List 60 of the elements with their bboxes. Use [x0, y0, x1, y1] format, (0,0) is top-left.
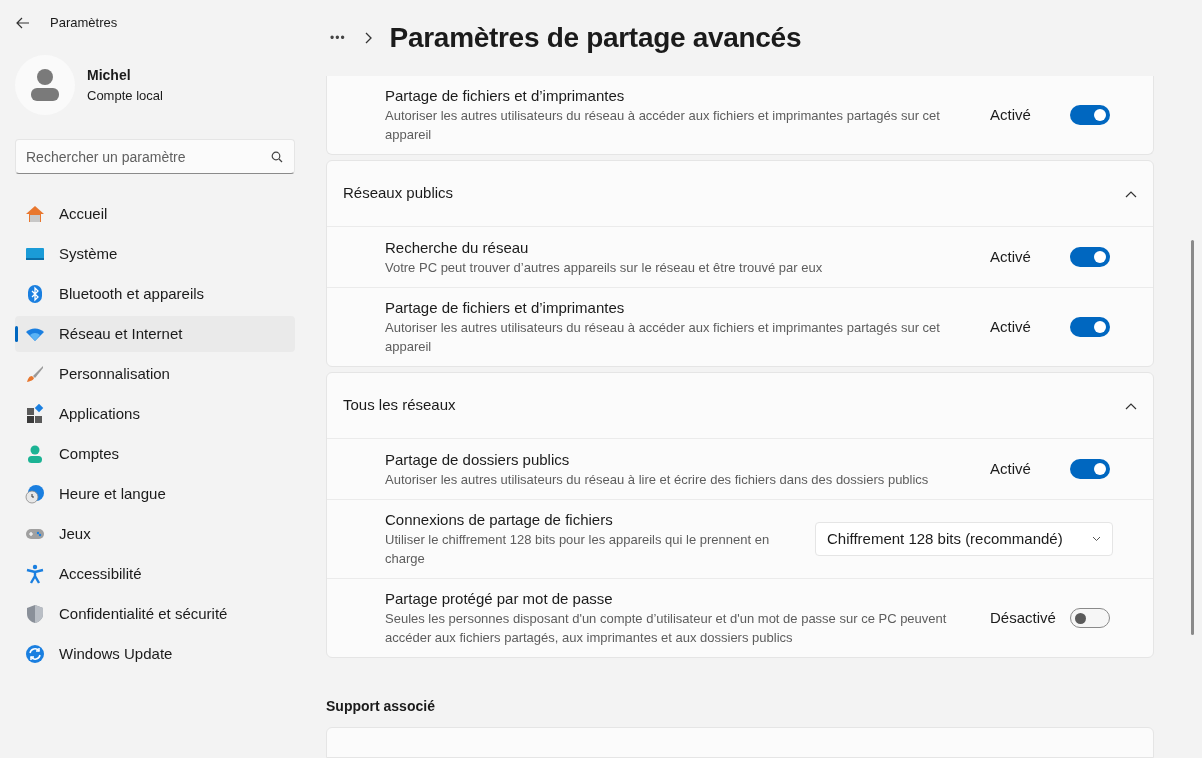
accessibility-icon — [25, 564, 45, 584]
more-button[interactable]: ••• — [330, 29, 346, 48]
setting-title: Partage protégé par mot de passe — [385, 589, 614, 610]
setting-description: Autoriser les autres utilisateurs du réseau à accéder aux fichiers et imprimantes partagés sur cet appareil — [385, 319, 941, 357]
toggle-switch[interactable] — [1070, 459, 1110, 480]
sidebar-item[interactable]: Bluetooth et appareils — [15, 276, 295, 312]
user-name: Michel — [87, 65, 132, 85]
setting-description: Autoriser les autres utilisateurs du réseau à accéder aux fichiers et imprimantes partagés sur cet appareil — [385, 107, 941, 145]
chevron-down-icon — [1092, 536, 1101, 543]
section-header[interactable]: Réseaux publics — [343, 182, 454, 205]
setting-title: Recherche du réseau — [385, 237, 530, 258]
setting-title: Partage de fichiers et d’imprimantes — [385, 86, 626, 107]
back-icon[interactable] — [16, 16, 30, 29]
toggle-status: Activé — [990, 316, 1032, 337]
sidebar-item[interactable]: Confidentialité et sécurité — [15, 596, 295, 632]
sidebar-item[interactable]: Réseau et Internet — [15, 316, 295, 352]
bluetooth-icon — [25, 284, 45, 304]
section-header[interactable]: Tous les réseaux — [343, 394, 456, 417]
sidebar-item[interactable]: Heure et langue — [15, 476, 295, 512]
sidebar-item[interactable]: Applications — [15, 396, 295, 432]
sidebar-item[interactable]: Personnalisation — [15, 356, 295, 392]
shield-icon — [25, 604, 45, 624]
window-title: Paramètres — [50, 13, 118, 32]
setting-description: Utiliser le chiffrement 128 bits pour les appareils qui le prennent en charge — [385, 531, 771, 569]
apps-icon — [25, 404, 45, 424]
sidebar-item[interactable]: Comptes — [15, 436, 295, 472]
sidebar-item[interactable]: Système — [15, 236, 295, 272]
sidebar-item[interactable]: Accessibilité — [15, 556, 295, 592]
dropdown[interactable]: Chiffrement 128 bits (recommandé) — [815, 522, 1113, 557]
person-icon — [25, 444, 45, 464]
toggle-status: Désactivé — [990, 607, 1057, 628]
toggle-status: Activé — [990, 246, 1032, 267]
setting-title: Partage de dossiers publics — [385, 449, 571, 470]
chevron-up-icon[interactable] — [1125, 401, 1137, 410]
chevron-right-icon — [363, 32, 372, 45]
search-field[interactable]: Rechercher un paramètre — [15, 139, 295, 174]
setting-description: Autoriser les autres utilisateurs du réseau à lire et écrire des fichiers dans des dossiers publics — [385, 470, 930, 489]
toggle-switch[interactable] — [1070, 247, 1110, 268]
chevron-up-icon[interactable] — [1125, 189, 1137, 198]
toggle-status: Activé — [990, 458, 1032, 479]
setting-description: Seules les personnes disposant d'un compte d’utilisateur et d'un mot de passe sur ce PC peuvent accéder aux fichiers partagés, aux imprimantes et aux dossiers publics — [385, 610, 948, 648]
account-type: Compte local — [87, 86, 163, 105]
setting-description: Votre PC peut trouver d’autres appareils sur le réseau et être trouvé par eux — [385, 258, 824, 277]
section-heading: Support associé — [326, 697, 436, 717]
sync-icon — [25, 644, 45, 664]
search-icon — [271, 151, 283, 163]
person-icon — [30, 68, 60, 102]
brush-icon — [25, 364, 45, 384]
toggle-status: Activé — [990, 104, 1032, 125]
sidebar-item[interactable]: Jeux — [15, 516, 295, 552]
home-icon — [25, 204, 45, 224]
toggle-switch[interactable] — [1070, 608, 1110, 629]
globe-clock-icon — [25, 484, 45, 504]
page-title: Paramètres de partage avancés — [389, 21, 802, 56]
sidebar-item[interactable]: Windows Update — [15, 636, 295, 672]
toggle-switch[interactable] — [1070, 105, 1110, 126]
toggle-switch[interactable] — [1070, 317, 1110, 338]
setting-title: Partage de fichiers et d’imprimantes — [385, 298, 626, 319]
sidebar-item[interactable]: Accueil — [15, 196, 295, 232]
setting-title: Connexions de partage de fichiers — [385, 510, 614, 531]
